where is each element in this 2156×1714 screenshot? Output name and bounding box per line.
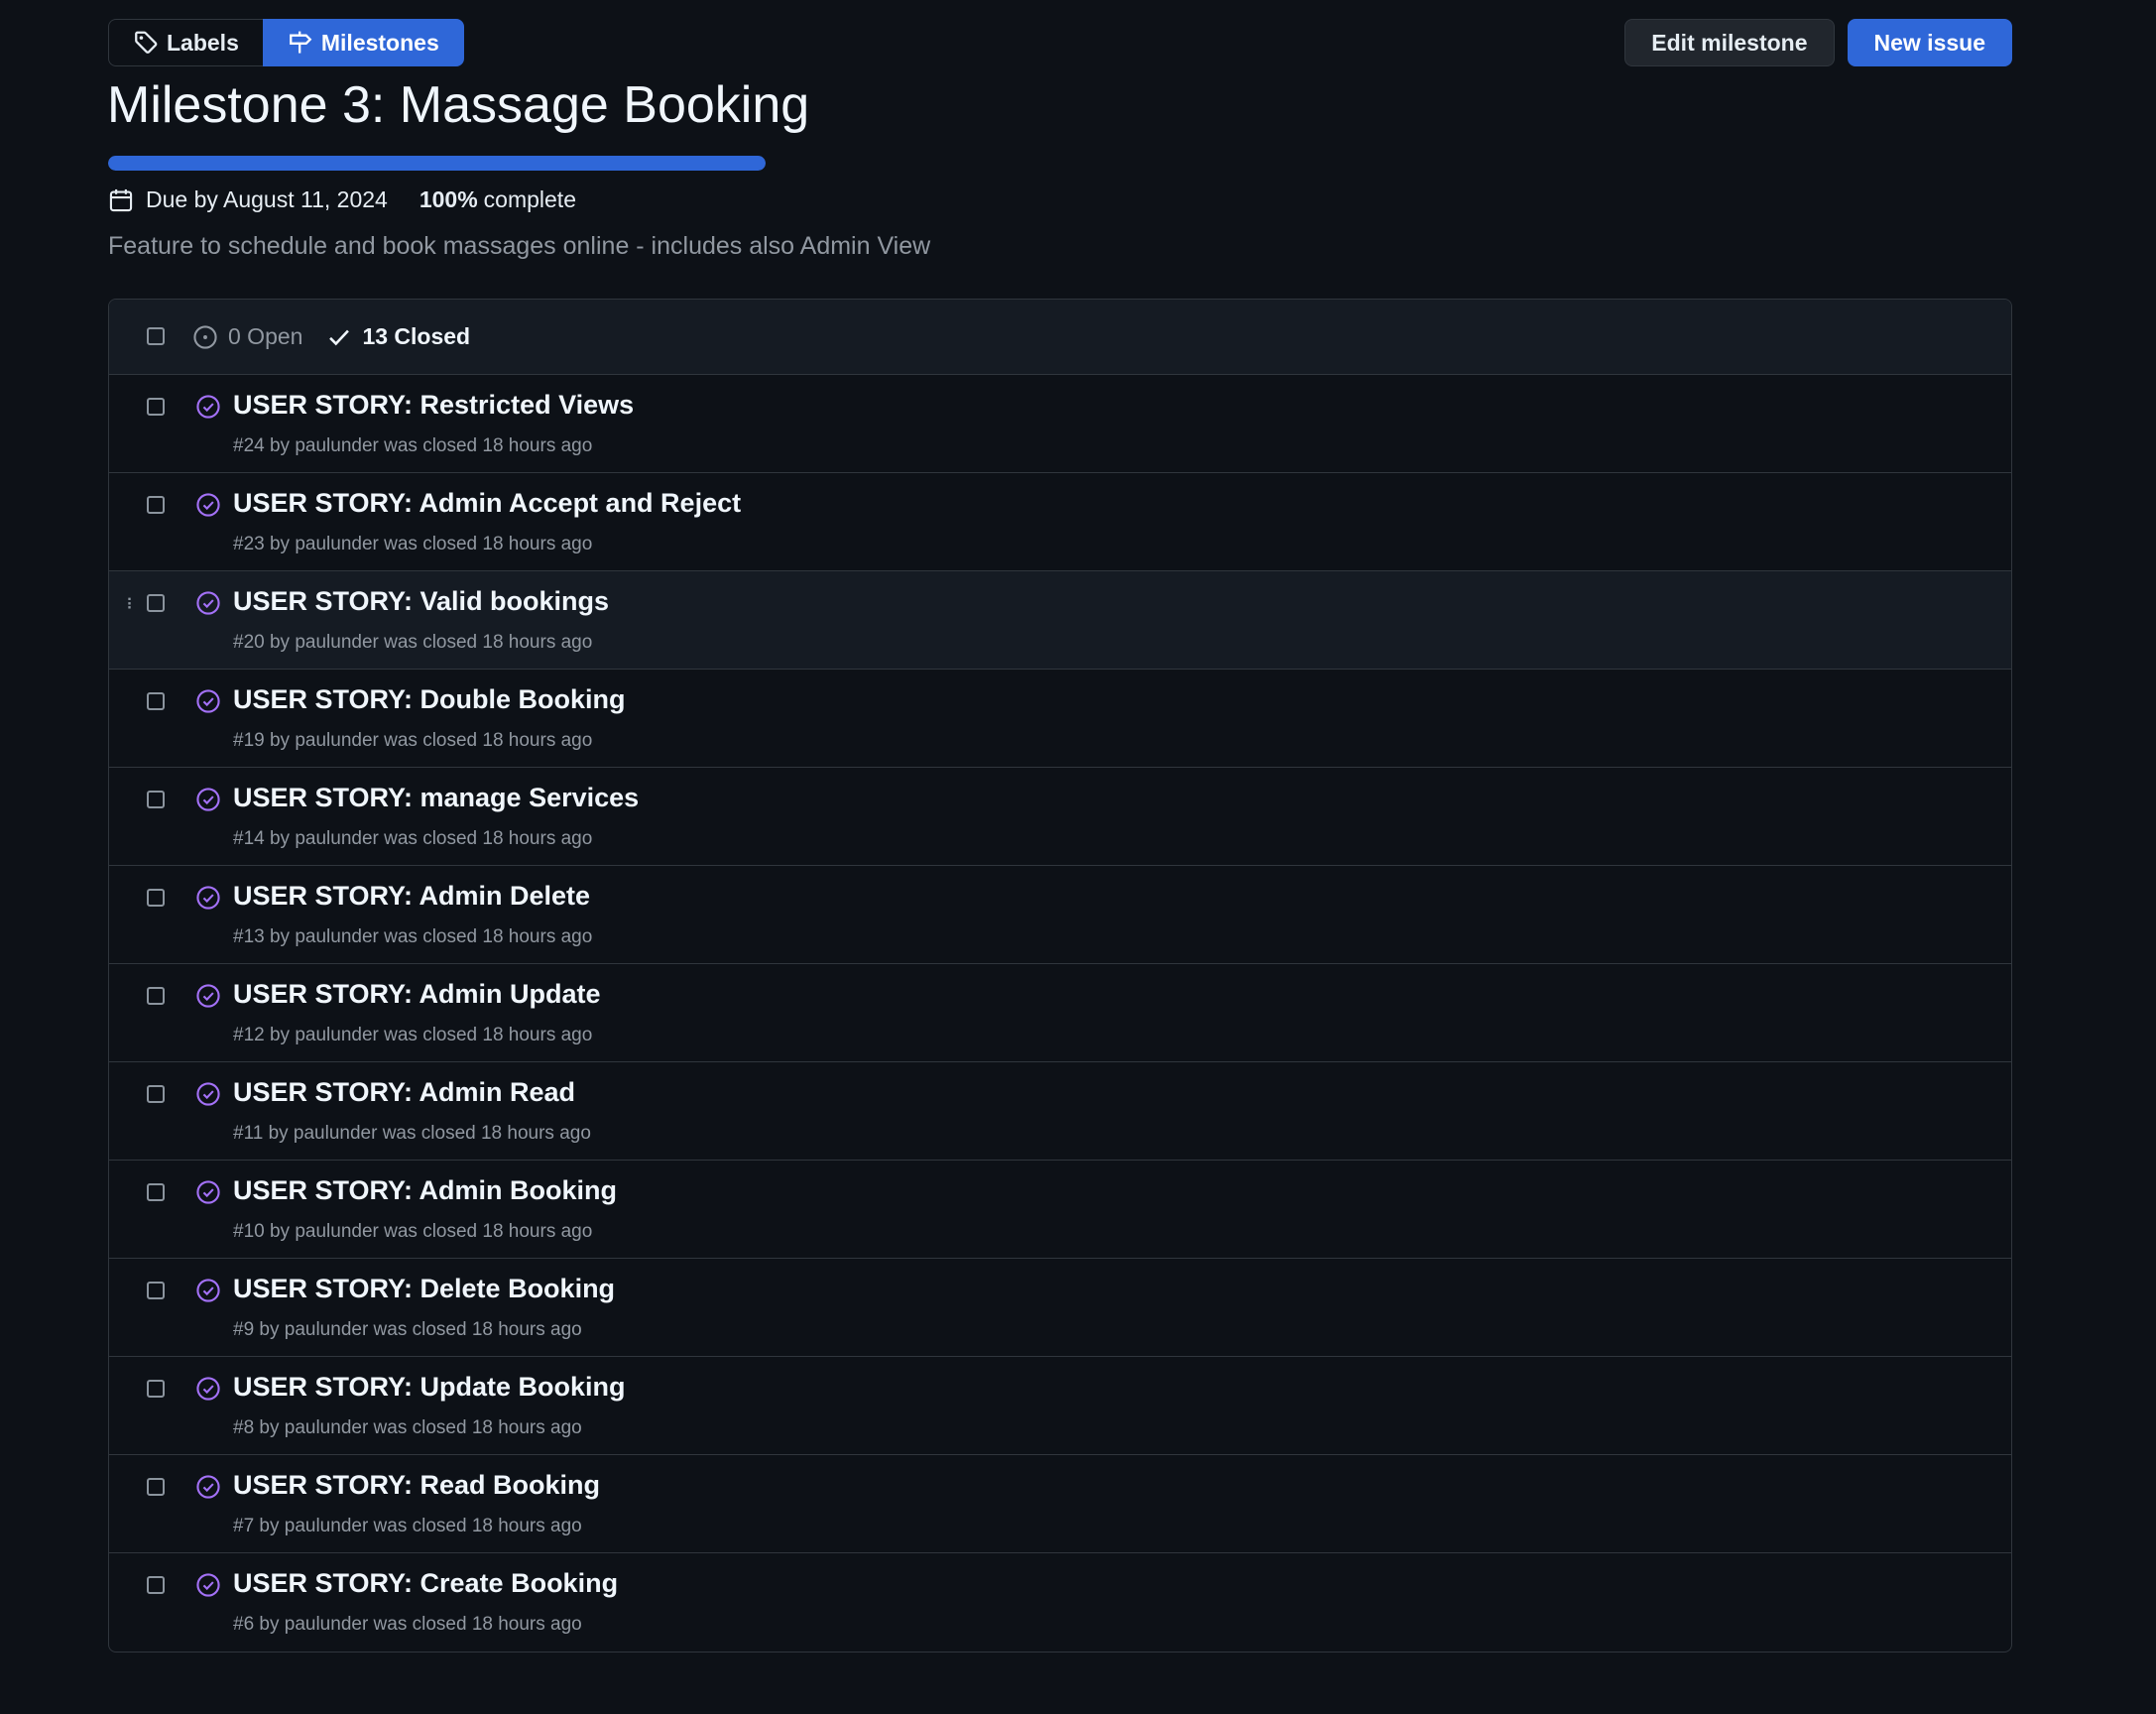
tag-icon [135,31,158,54]
issue-closed-icon [196,1475,220,1499]
issue-title[interactable]: USER STORY: Create Booking [233,1568,618,1599]
issue-checkbox[interactable] [147,1380,165,1398]
issue-row[interactable]: USER STORY: Read Booking #7 by paulunder … [109,1455,2011,1553]
calendar-icon [109,188,133,211]
issue-row[interactable]: USER STORY: Delete Booking #9 by paulunde… [109,1259,2011,1357]
issue-closed-icon [196,1279,220,1302]
edit-milestone-button[interactable]: Edit milestone [1624,19,1835,66]
issue-title[interactable]: USER STORY: Valid bookings [233,586,609,617]
issue-open-icon [193,324,217,349]
new-issue-button[interactable]: New issue [1847,19,2012,66]
labels-milestones-subnav: Labels Milestones [108,19,464,66]
issue-closed-icon [196,591,220,615]
issue-closed-icon [196,689,220,713]
issue-row[interactable]: USER STORY: Update Booking #8 by paulunde… [109,1357,2011,1455]
issue-title[interactable]: USER STORY: Double Booking [233,684,626,715]
milestones-tab[interactable]: Milestones [262,19,464,66]
issues-list: 0 Open 13 Closed USER STORY: Restricted … [108,299,2012,1653]
issue-closed-icon [196,1573,220,1597]
issue-checkbox[interactable] [147,398,165,416]
issue-meta: #24 by paulunder was closed 18 hours ago [233,435,593,456]
closed-issues-filter[interactable]: 13 Closed [326,323,470,350]
issue-row[interactable]: USER STORY: Double Booking #19 by paulund… [109,670,2011,768]
issue-title[interactable]: USER STORY: Admin Update [233,979,601,1010]
issue-row[interactable]: USER STORY: Restricted Views #24 by paulu… [109,375,2011,473]
issue-title[interactable]: USER STORY: Read Booking [233,1470,600,1501]
issue-closed-icon [196,493,220,517]
issue-state-filter: 0 Open 13 Closed [192,300,470,374]
issue-closed-icon [196,1180,220,1204]
issue-checkbox[interactable] [147,987,165,1005]
issue-meta: #14 by paulunder was closed 18 hours ago [233,828,593,849]
milestone-meta: Due by August 11, 2024 100% complete [108,186,576,213]
milestone-icon [289,31,312,54]
milestones-tab-label: Milestones [320,29,439,56]
issue-meta: #19 by paulunder was closed 18 hours ago [233,730,593,751]
issue-rows: USER STORY: Restricted Views #24 by paulu… [109,375,2011,1652]
labels-tab-label: Labels [167,29,239,56]
issue-meta: #20 by paulunder was closed 18 hours ago [233,632,593,653]
issue-row[interactable]: USER STORY: manage Services #14 by paulun… [109,768,2011,866]
issue-title[interactable]: USER STORY: Delete Booking [233,1274,615,1304]
open-issues-filter[interactable]: 0 Open [192,323,302,350]
issue-checkbox[interactable] [147,692,165,710]
issue-row[interactable]: USER STORY: Admin Accept and Reject #23 b… [109,473,2011,571]
issue-meta: #9 by paulunder was closed 18 hours ago [233,1319,582,1340]
issue-closed-icon [196,1082,220,1106]
issue-title[interactable]: USER STORY: Restricted Views [233,390,634,421]
issue-checkbox[interactable] [147,791,165,808]
issue-row[interactable]: USER STORY: Admin Update #12 by paulunder… [109,964,2011,1062]
issue-checkbox[interactable] [147,594,165,612]
issue-row[interactable]: USER STORY: Create Booking #6 by paulunde… [109,1553,2011,1652]
milestone-title: Milestone 3: Massage Booking [107,76,810,134]
check-icon [329,329,350,345]
issue-meta: #11 by paulunder was closed 18 hours ago [233,1123,591,1144]
issue-checkbox[interactable] [147,889,165,907]
issue-meta: #23 by paulunder was closed 18 hours ago [233,534,593,554]
milestone-description: Feature to schedule and book massages on… [108,232,931,260]
milestone-progress-bar [108,156,766,171]
issue-meta: #6 by paulunder was closed 18 hours ago [233,1614,582,1635]
issue-closed-icon [196,1377,220,1401]
issue-title[interactable]: USER STORY: manage Services [233,783,639,813]
issue-closed-icon [196,395,220,419]
issue-title[interactable]: USER STORY: Admin Read [233,1077,575,1108]
milestone-percent: 100% [419,186,478,212]
open-issues-count: 0 Open [228,323,303,349]
issue-checkbox[interactable] [147,1282,165,1299]
milestone-actions: Edit milestone New issue [1624,19,2012,66]
milestone-progress-fill [108,156,766,171]
issue-checkbox[interactable] [147,1183,165,1201]
issue-meta: #8 by paulunder was closed 18 hours ago [233,1417,582,1438]
milestone-percent-label: complete [483,186,576,212]
issue-checkbox[interactable] [147,1576,165,1594]
select-all-checkbox[interactable] [147,327,165,345]
milestone-page: Labels Milestones Edit milestone New iss… [0,0,2156,1714]
issue-checkbox[interactable] [147,496,165,514]
issue-meta: #7 by paulunder was closed 18 hours ago [233,1516,582,1536]
issue-row[interactable]: ⠇ USER STORY: Valid bookings #20 by paulun… [109,571,2011,670]
issue-checkbox[interactable] [147,1478,165,1496]
issue-title[interactable]: USER STORY: Admin Accept and Reject [233,488,741,519]
issue-title[interactable]: USER STORY: Admin Booking [233,1175,617,1206]
issue-meta: #12 by paulunder was closed 18 hours ago [233,1025,593,1045]
labels-tab[interactable]: Labels [108,19,263,66]
issue-closed-icon [196,886,220,910]
milestone-due-date: Due by August 11, 2024 [146,186,388,212]
issue-title[interactable]: USER STORY: Update Booking [233,1372,626,1403]
issue-closed-icon [196,788,220,811]
issues-list-header: 0 Open 13 Closed [109,300,2011,375]
closed-issues-count: 13 Closed [362,323,471,349]
issue-meta: #10 by paulunder was closed 18 hours ago [233,1221,593,1242]
issue-checkbox[interactable] [147,1085,165,1103]
issue-row[interactable]: USER STORY: Admin Delete #13 by paulunder… [109,866,2011,964]
issue-row[interactable]: USER STORY: Admin Read #11 by paulunder w… [109,1062,2011,1161]
drag-handle-icon[interactable]: ⠇ [126,595,138,615]
issue-closed-icon [196,984,220,1008]
issue-title[interactable]: USER STORY: Admin Delete [233,881,590,912]
issue-row[interactable]: USER STORY: Admin Booking #10 by paulunde… [109,1161,2011,1259]
issue-meta: #13 by paulunder was closed 18 hours ago [233,926,593,947]
